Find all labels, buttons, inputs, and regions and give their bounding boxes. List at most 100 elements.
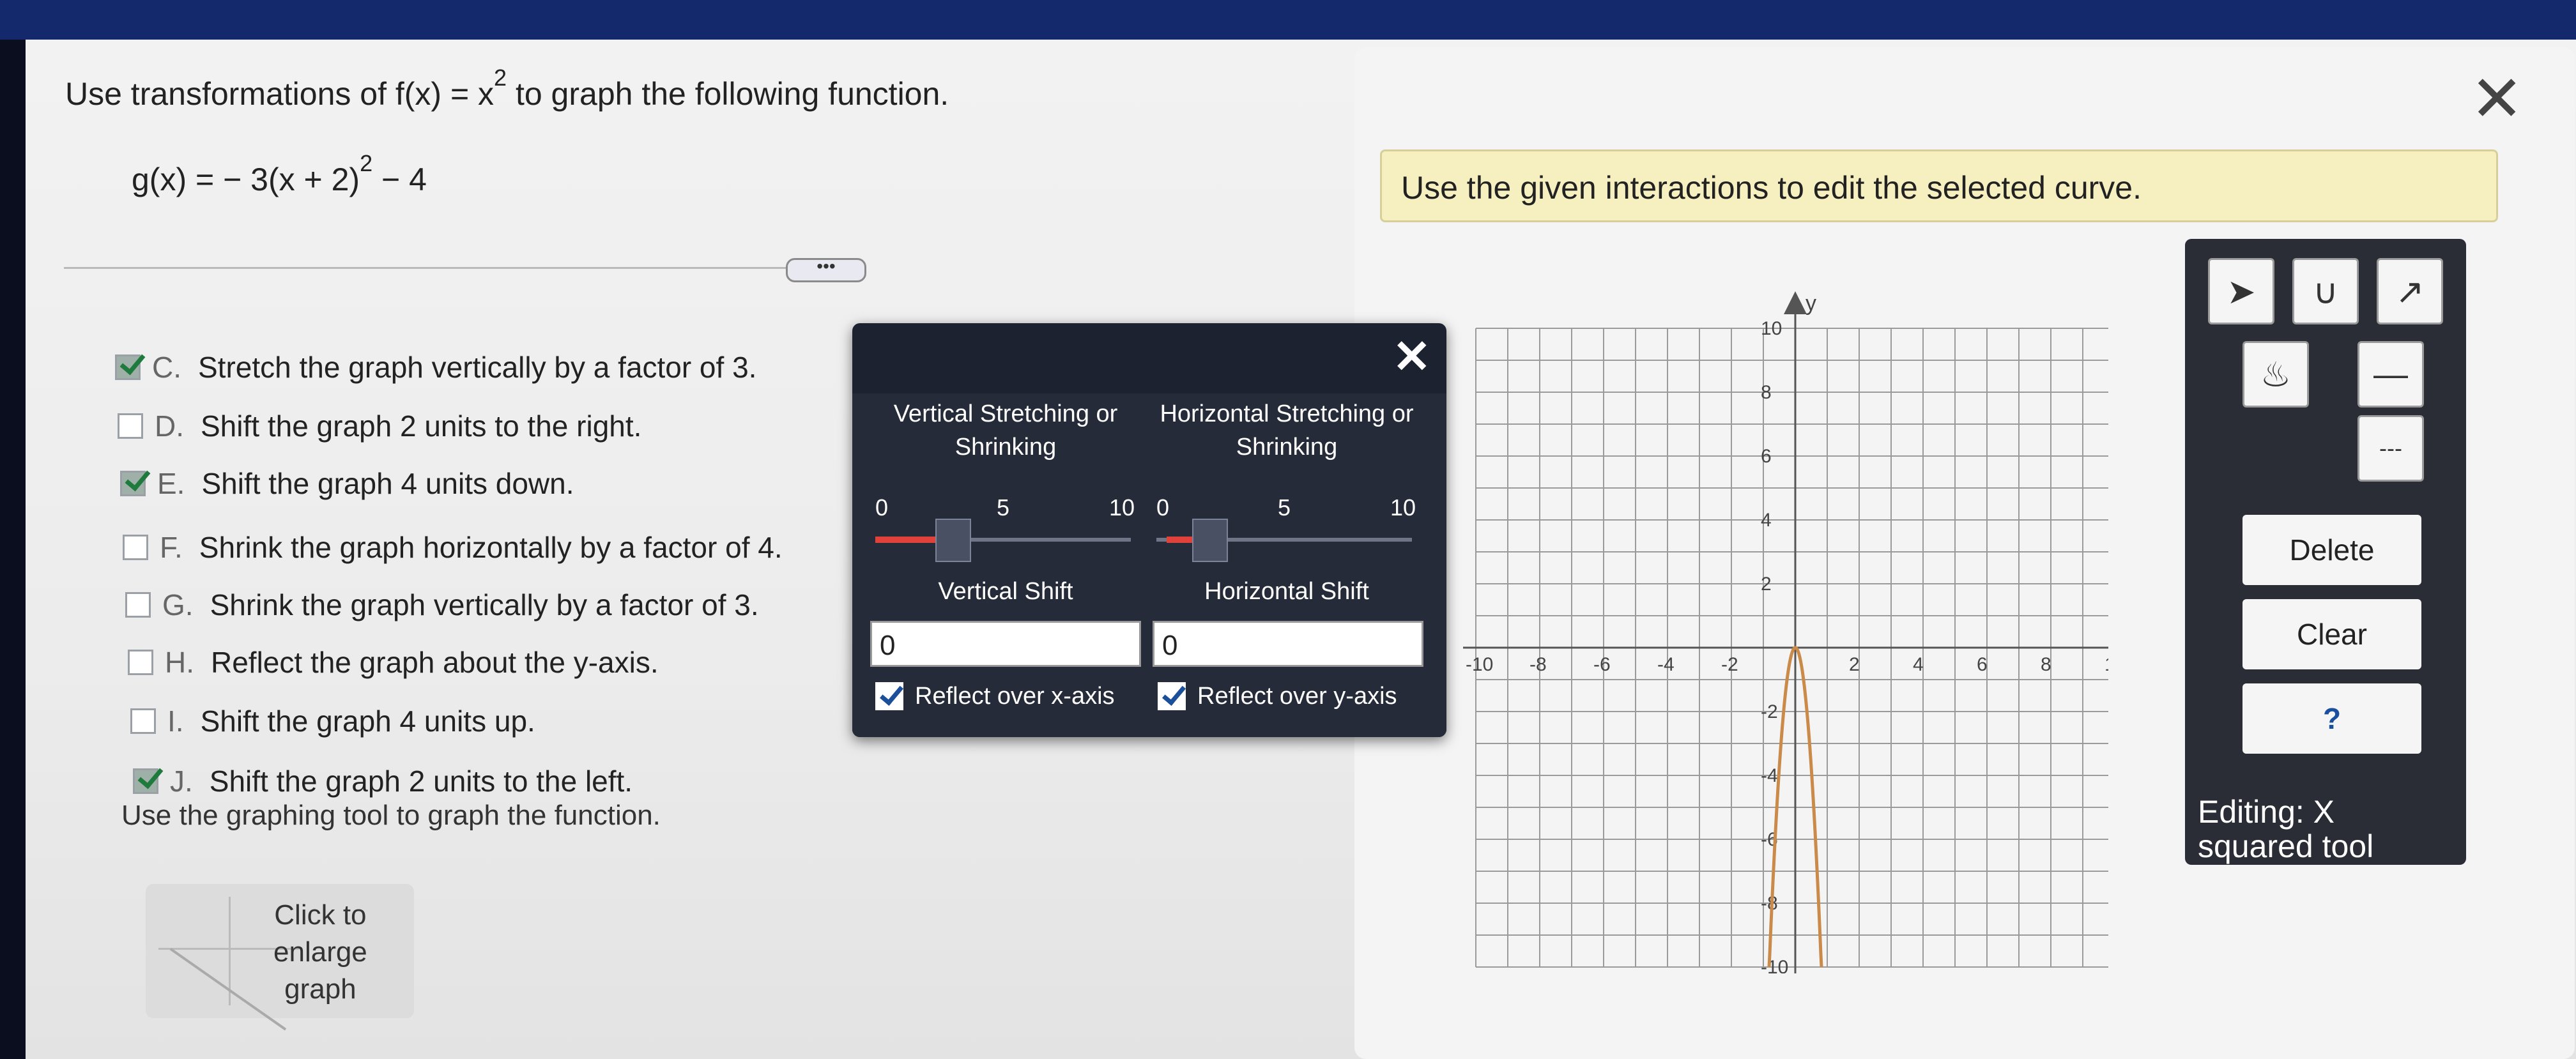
vertical-shift-label: Vertical Shift <box>938 578 1073 605</box>
choice-d[interactable]: D. Shift the graph 2 units to the right. <box>118 409 641 443</box>
solid-line-tool-icon[interactable]: — <box>2358 341 2424 408</box>
h-slider-mid: 5 <box>1278 494 1291 521</box>
help-button[interactable]: ? <box>2242 683 2421 754</box>
x-tick-label: 4 <box>1913 654 1924 675</box>
vertical-stretch-label: Vertical Stretching or Shrinking <box>878 397 1133 464</box>
expand-more-button[interactable]: ••• <box>786 257 866 282</box>
choice-g-text: Shrink the graph vertically by a factor … <box>210 588 759 621</box>
choice-f-checkbox[interactable] <box>123 535 148 560</box>
choice-c-checkbox[interactable] <box>115 354 141 380</box>
choice-h-letter: H. <box>165 646 194 679</box>
choice-g-checkbox[interactable] <box>125 592 151 618</box>
choice-g[interactable]: G. Shrink the graph vertically by a fact… <box>125 588 759 622</box>
choice-h-text: Reflect the graph about the y-axis. <box>211 646 659 679</box>
editing-status: Editing: X squared tool <box>2198 795 2373 864</box>
y-axis-label: y <box>1805 291 1816 316</box>
x-tick-label: -4 <box>1657 654 1675 675</box>
x-tick-label: -6 <box>1593 654 1611 675</box>
close-panel-icon[interactable]: ✕ <box>2470 61 2524 136</box>
choice-h[interactable]: H. Reflect the graph about the y-axis. <box>128 645 659 680</box>
section-divider <box>64 267 831 269</box>
y-tick-label: 4 <box>1761 510 1772 531</box>
graphing-instruction: Use the graphing tool to graph the funct… <box>121 800 661 831</box>
function-prefix: g(x) = − 3(x + 2) <box>132 162 360 197</box>
choice-i-checkbox[interactable] <box>130 708 156 734</box>
function-expression: g(x) = − 3(x + 2)2 − 4 <box>132 150 427 198</box>
function-exponent: 2 <box>360 150 373 176</box>
y-tick-label: -4 <box>1761 765 1778 786</box>
reflect-y-label: Reflect over y-axis <box>1197 682 1397 710</box>
parabola-tool-icon[interactable]: ∪ <box>2292 258 2359 324</box>
choice-i[interactable]: I. Shift the graph 4 units up. <box>130 704 535 738</box>
y-tick-label: 2 <box>1761 574 1772 595</box>
choice-f-letter: F. <box>160 531 183 564</box>
x-tick-label: 6 <box>1977 654 1988 675</box>
x-tick-label: -10 <box>1466 654 1493 675</box>
x-tick-label: 2 <box>1849 654 1860 675</box>
popup-close-icon[interactable]: ✕ <box>1393 330 1431 383</box>
question-suffix: to graph the following function. <box>507 76 949 112</box>
choice-i-letter: I. <box>167 705 184 738</box>
choice-f[interactable]: F. Shrink the graph horizontally by a fa… <box>123 530 783 565</box>
graph-toolbox: ➤ ∪ ↗ ♨ — --- Delete Clear ? Editing: X … <box>2185 239 2466 865</box>
choice-e-letter: E. <box>157 467 185 500</box>
x-tick-label: -8 <box>1529 654 1547 675</box>
dashed-line-tool-icon[interactable]: --- <box>2358 415 2424 482</box>
choice-i-text: Shift the graph 4 units up. <box>200 705 535 738</box>
vertical-stretch-slider-thumb[interactable] <box>935 519 971 562</box>
choice-e[interactable]: E. Shift the graph 4 units down. <box>120 466 574 501</box>
h-slider-min: 0 <box>1156 494 1170 521</box>
y-tick-label: -8 <box>1761 893 1778 914</box>
delete-button[interactable]: Delete <box>2242 515 2421 585</box>
horizontal-stretch-label-line-1: Horizontal Stretching or <box>1160 400 1414 427</box>
vertical-shift-input[interactable]: 0 <box>870 621 1141 667</box>
y-tick-label: -2 <box>1761 701 1778 722</box>
y-tick-label: 8 <box>1761 382 1772 403</box>
vertical-stretch-label-line-2: Shrinking <box>954 434 1057 461</box>
x-tick-label: 8 <box>2041 654 2051 675</box>
choice-e-checkbox[interactable] <box>120 471 146 496</box>
reflect-x-check-icon[interactable] <box>875 682 903 710</box>
enlarge-graph-label: Click to enlarge graph <box>273 897 367 1008</box>
graphing-panel: ✕ Use the given interactions to edit the… <box>1354 47 2575 1059</box>
reflect-x-checkbox[interactable]: Reflect over x-axis <box>875 682 1115 710</box>
vertical-stretch-label-line-1: Vertical Stretching or <box>893 400 1118 427</box>
v-slider-mid: 5 <box>997 494 1010 521</box>
choice-h-checkbox[interactable] <box>128 650 153 675</box>
choice-g-letter: G. <box>162 588 194 621</box>
horizontal-shift-input[interactable]: 0 <box>1153 621 1423 667</box>
horizontal-stretch-slider-thumb[interactable] <box>1192 519 1228 562</box>
horizontal-shift-label: Horizontal Shift <box>1204 578 1369 605</box>
popup-controls: Vertical Stretching or Shrinking Horizon… <box>852 393 1446 737</box>
curve-tool-icon[interactable]: ↗ <box>2377 258 2443 324</box>
enlarge-line-1: Click to <box>274 899 367 931</box>
coordinate-graph[interactable]: x y -10-8-6-4-2246810 108642-2-4-6-8-10 <box>1354 232 2108 973</box>
choice-c-letter: C. <box>152 351 181 384</box>
y-tick-label: 10 <box>1761 318 1782 339</box>
choice-j[interactable]: J. Shift the graph 2 units to the left. <box>133 764 632 798</box>
choice-c[interactable]: C. Stretch the graph vertically by a fac… <box>115 350 756 385</box>
choice-d-text: Shift the graph 2 units to the right. <box>201 409 642 443</box>
x-tick-label: 10 <box>2104 654 2108 675</box>
choice-d-checkbox[interactable] <box>118 413 143 439</box>
enlarge-graph-button[interactable]: Click to enlarge graph <box>146 884 414 1031</box>
question-exponent: 2 <box>494 65 507 91</box>
question-prefix: Use transformations of f(x) = x <box>65 76 494 112</box>
choice-c-text: Stretch the graph vertically by a factor… <box>198 351 757 384</box>
choice-f-text: Shrink the graph horizontally by a facto… <box>199 531 783 564</box>
y-tick-label: 6 <box>1761 446 1772 467</box>
edit-curve-hint: Use the given interactions to edit the s… <box>1380 149 2498 222</box>
x-tick-label: -2 <box>1721 654 1738 675</box>
reflect-y-check-icon[interactable] <box>1158 682 1186 710</box>
choice-j-checkbox[interactable] <box>133 768 158 794</box>
eraser-tool-icon[interactable]: ♨ <box>2242 341 2309 408</box>
pointer-tool-icon[interactable]: ➤ <box>2208 258 2274 324</box>
browser-top-bar <box>0 0 2576 40</box>
horizontal-stretch-label: Horizontal Stretching or Shrinking <box>1159 397 1414 464</box>
clear-button[interactable]: Clear <box>2242 599 2421 669</box>
editing-status-line-1: Editing: X <box>2198 794 2335 830</box>
question-text: Use transformations of f(x) = x2 to grap… <box>65 65 949 112</box>
exercise-screen: Use transformations of f(x) = x2 to grap… <box>26 40 2576 1059</box>
reflect-y-checkbox[interactable]: Reflect over y-axis <box>1158 682 1397 710</box>
transformation-popup: ✕ Vertical Stretching or Shrinking Horiz… <box>852 323 1446 737</box>
